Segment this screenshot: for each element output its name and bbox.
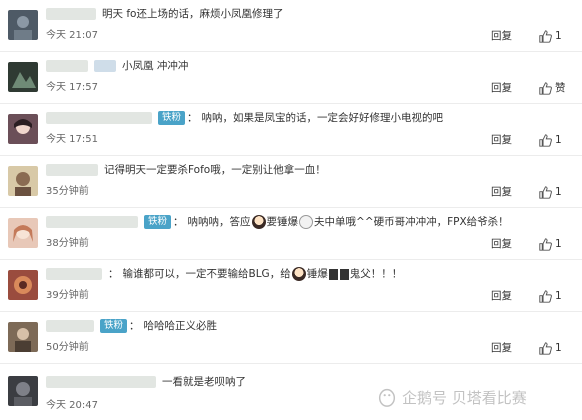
thumbs-up-icon <box>539 81 552 95</box>
thumbs-up-icon <box>539 185 552 199</box>
like-count: 1 <box>555 30 562 42</box>
avatar[interactable] <box>8 322 38 352</box>
like-button[interactable]: 1 <box>539 237 562 251</box>
avatar[interactable] <box>8 166 38 196</box>
like-count: 赞 <box>555 82 566 94</box>
comment-text-part3: 夫中单哦^^硬币哥冲冲冲，FPX给爷杀！ <box>314 216 509 228</box>
comment-line: 明天 fo还上场的话，麻烦小凤凰修理了 <box>46 6 283 22</box>
reply-button[interactable]: 回复 <box>491 185 512 199</box>
comment-time: 39分钟前 <box>46 290 89 301</box>
face-emoji-icon <box>291 267 306 281</box>
thumbs-up-icon <box>539 133 552 147</box>
username[interactable] <box>46 164 98 176</box>
username-suffix <box>94 60 116 72</box>
comment-text-part1: 呐呐呐，答应 <box>187 216 251 228</box>
like-button[interactable]: 1 <box>539 185 562 199</box>
comment-text-part1: 输谁都可以，一定不要输给BLG，给 <box>122 268 291 280</box>
comment-item: 明天 fo还上场的话，麻烦小凤凰修理了 今天 21:07 回复 1 <box>0 0 582 52</box>
comment-text: 明天 fo还上场的话，麻烦小凤凰修理了 <box>102 8 284 20</box>
reply-button[interactable]: 回复 <box>491 237 512 251</box>
avatar[interactable] <box>8 376 38 406</box>
comment-time: 50分钟前 <box>46 342 89 353</box>
colon: ： <box>173 216 184 228</box>
comment-item: 铁粉 ： 呐呐呐，答应 要锤爆 夫中单哦^^硬币哥冲冲冲，FPX给爷杀！ 38分… <box>0 208 582 260</box>
face-emoji-icon <box>251 215 266 229</box>
comment-line: ： 输谁都可以，一定不要输给BLG，给 锤爆 鬼父！！！ <box>46 266 402 282</box>
comment-text: 小凤凰 冲冲冲 <box>122 60 189 72</box>
fan-badge: 铁粉 <box>100 319 128 333</box>
reply-button[interactable]: 回复 <box>491 133 512 147</box>
avatar[interactable] <box>8 62 38 92</box>
comment-item: 记得明天一定要杀Fofo哦，一定别让他拿一血！ 35分钟前 回复 1 <box>0 156 582 208</box>
comment-time: 今天 17:57 <box>46 82 98 93</box>
like-count: 1 <box>555 238 562 250</box>
comment-time: 35分钟前 <box>46 186 89 197</box>
comment-line: 铁粉 ： 哈哈哈正义必胜 <box>46 318 217 334</box>
colon: ： <box>108 268 119 280</box>
comment-text: 一看就是老呗呐了 <box>162 376 246 388</box>
username[interactable] <box>46 320 94 332</box>
reply-button[interactable]: 回复 <box>491 29 512 43</box>
avatar[interactable] <box>8 10 38 40</box>
avatar[interactable] <box>8 114 38 144</box>
like-button[interactable]: 1 <box>539 29 562 43</box>
username[interactable] <box>46 60 88 72</box>
comment-line: 铁粉 ： 呐呐呐，答应 要锤爆 夫中单哦^^硬币哥冲冲冲，FPX给爷杀！ <box>46 214 509 230</box>
comment-line: 小凤凰 冲冲冲 <box>46 58 188 74</box>
watermark-text: 企鹅号 贝塔看比赛 <box>402 388 527 407</box>
reply-button[interactable]: 回复 <box>491 289 512 303</box>
fan-badge: 铁粉 <box>158 111 186 125</box>
watermark: 企鹅号 贝塔看比赛 <box>376 386 527 408</box>
comment-item: ： 输谁都可以，一定不要输给BLG，给 锤爆 鬼父！！！ 39分钟前 回复 1 <box>0 260 582 312</box>
comment-text: 记得明天一定要杀Fofo哦，一定别让他拿一血！ <box>104 164 326 176</box>
penguin-logo-icon <box>378 388 396 407</box>
like-count: 1 <box>555 290 562 302</box>
like-count: 1 <box>555 342 562 354</box>
colon: ： <box>129 320 140 332</box>
like-button[interactable]: 赞 <box>539 81 566 95</box>
like-button[interactable]: 1 <box>539 289 562 303</box>
thumbs-up-icon <box>539 289 552 303</box>
fan-badge: 铁粉 <box>144 215 172 229</box>
comment-time: 38分钟前 <box>46 238 89 249</box>
colon: ： <box>187 112 198 124</box>
comment-time: 今天 21:07 <box>46 30 98 41</box>
reply-button[interactable]: 回复 <box>491 81 512 95</box>
username[interactable] <box>46 376 156 388</box>
avatar[interactable] <box>8 218 38 248</box>
redacted-block <box>339 268 349 280</box>
thumbs-up-icon <box>539 237 552 251</box>
comment-item: 铁粉 ： 哈哈哈正义必胜 50分钟前 回复 1 <box>0 312 582 364</box>
like-count: 1 <box>555 186 562 198</box>
thumbs-up-icon <box>539 341 552 355</box>
comment-time: 今天 20:47 <box>46 400 98 411</box>
thumbs-up-icon <box>539 29 552 43</box>
comment-line: 记得明天一定要杀Fofo哦，一定别让他拿一血！ <box>46 162 326 178</box>
comment-text-part3: 鬼父！！！ <box>349 268 403 280</box>
like-count: 1 <box>555 134 562 146</box>
like-button[interactable]: 1 <box>539 341 562 355</box>
username[interactable] <box>46 8 96 20</box>
redacted-block <box>328 268 338 280</box>
username[interactable] <box>46 112 152 124</box>
comment-text-part2: 要锤爆 <box>266 216 299 228</box>
reply-button[interactable]: 回复 <box>491 341 512 355</box>
comment-line: 一看就是老呗呐了 <box>46 374 246 390</box>
comment-text: 哈哈哈正义必胜 <box>143 320 218 332</box>
username[interactable] <box>46 216 138 228</box>
username[interactable] <box>46 268 102 280</box>
comment-time: 今天 17:51 <box>46 134 98 145</box>
comment-text: 呐呐，如果是凤宝的话，一定会好好修理小电视的吧 <box>201 112 444 124</box>
comment-item: 铁粉 ： 呐呐，如果是凤宝的话，一定会好好修理小电视的吧 今天 17:51 回复… <box>0 104 582 156</box>
comment-item: 小凤凰 冲冲冲 今天 17:57 回复 赞 <box>0 52 582 104</box>
avatar[interactable] <box>8 270 38 300</box>
comment-line: 铁粉 ： 呐呐，如果是凤宝的话，一定会好好修理小电视的吧 <box>46 110 443 126</box>
comment-text-part2: 锤爆 <box>306 268 328 280</box>
like-button[interactable]: 1 <box>539 133 562 147</box>
gesture-emoji-icon <box>299 215 314 229</box>
